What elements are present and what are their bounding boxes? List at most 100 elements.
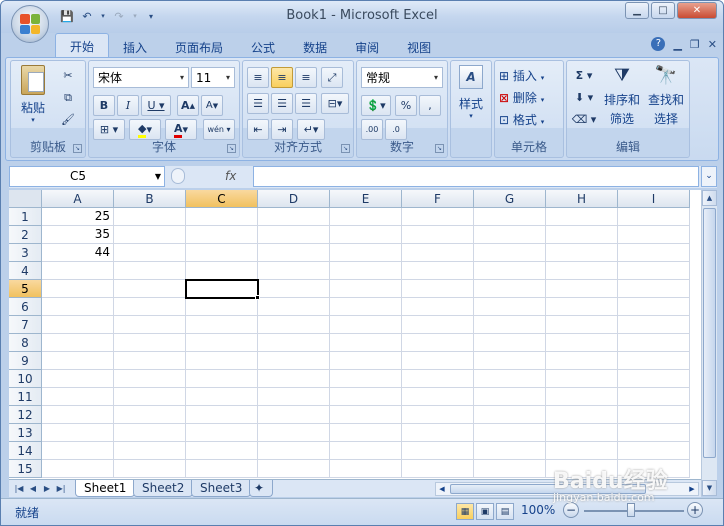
phonetic-guide-icon[interactable]: wén ▾: [203, 119, 235, 140]
cell-f6[interactable]: [402, 298, 474, 316]
cell-g4[interactable]: [474, 262, 546, 280]
row-header-9[interactable]: 9: [9, 352, 42, 370]
cell-a11[interactable]: [42, 388, 114, 406]
row-header-14[interactable]: 14: [9, 442, 42, 460]
last-sheet-icon[interactable]: ▶|: [55, 483, 67, 495]
cell-i8[interactable]: [618, 334, 690, 352]
cell-d1[interactable]: [258, 208, 330, 226]
formula-input[interactable]: [253, 166, 699, 187]
cell-a6[interactable]: [42, 298, 114, 316]
cell-i1[interactable]: [618, 208, 690, 226]
tab-home[interactable]: 开始: [55, 33, 110, 57]
cell-e10[interactable]: [330, 370, 402, 388]
column-header-a[interactable]: A: [42, 190, 114, 208]
cell-a5[interactable]: [42, 280, 114, 298]
cell-i13[interactable]: [618, 424, 690, 442]
cell-f1[interactable]: [402, 208, 474, 226]
paste-button[interactable]: 粘贴 ▾: [17, 65, 49, 137]
doc-close-icon[interactable]: ✕: [708, 38, 717, 51]
close-button[interactable]: ✕: [677, 2, 717, 19]
sheet-tab-1[interactable]: Sheet1: [75, 480, 136, 497]
font-size-combo[interactable]: 11 ▾: [191, 67, 235, 88]
column-header-g[interactable]: G: [474, 190, 546, 208]
grow-font-icon[interactable]: A ▲: [177, 95, 199, 116]
cell-b6[interactable]: [114, 298, 186, 316]
cell-c12[interactable]: [186, 406, 258, 424]
shrink-font-icon[interactable]: A ▼: [201, 95, 223, 116]
vertical-scroll-thumb[interactable]: [703, 208, 716, 458]
find-select-button[interactable]: 🔭 查找和 选择: [645, 65, 687, 127]
bold-button[interactable]: B: [93, 95, 115, 116]
cell-b11[interactable]: [114, 388, 186, 406]
cell-i6[interactable]: [618, 298, 690, 316]
worksheet-grid[interactable]: A B C D E F G H I 1 25 2 35 3 44 4 5 6 7 8 9 10 11 12 13 14 15: [9, 190, 701, 479]
cell-d11[interactable]: [258, 388, 330, 406]
align-top-icon[interactable]: ≡: [247, 67, 269, 88]
cell-a14[interactable]: [42, 442, 114, 460]
cell-c13[interactable]: [186, 424, 258, 442]
column-header-h[interactable]: H: [546, 190, 618, 208]
row-header-6[interactable]: 6: [9, 298, 42, 316]
cell-b4[interactable]: [114, 262, 186, 280]
cell-b14[interactable]: [114, 442, 186, 460]
cell-e12[interactable]: [330, 406, 402, 424]
cell-b7[interactable]: [114, 316, 186, 334]
tab-data[interactable]: 数据: [289, 35, 341, 57]
format-cells-button[interactable]: ⊡ 格式 ▾: [499, 111, 544, 128]
cell-g9[interactable]: [474, 352, 546, 370]
row-header-10[interactable]: 10: [9, 370, 42, 388]
copy-icon[interactable]: ⧉: [57, 87, 79, 108]
font-name-combo[interactable]: 宋体 ▾: [93, 67, 189, 88]
tab-formulas[interactable]: 公式: [237, 35, 289, 57]
prev-sheet-icon[interactable]: ◀: [27, 483, 39, 495]
cell-h9[interactable]: [546, 352, 618, 370]
cell-d14[interactable]: [258, 442, 330, 460]
row-header-1[interactable]: 1: [9, 208, 42, 226]
help-icon[interactable]: ?: [651, 37, 666, 51]
cell-g7[interactable]: [474, 316, 546, 334]
formula-bar-handle-icon[interactable]: [171, 168, 185, 184]
cell-b9[interactable]: [114, 352, 186, 370]
cell-d4[interactable]: [258, 262, 330, 280]
row-header-5[interactable]: 5: [9, 280, 42, 298]
maximize-button[interactable]: □: [651, 2, 675, 19]
cell-c14[interactable]: [186, 442, 258, 460]
cell-g6[interactable]: [474, 298, 546, 316]
zoom-in-icon[interactable]: +: [687, 502, 703, 518]
row-header-12[interactable]: 12: [9, 406, 42, 424]
select-all-corner[interactable]: [9, 190, 42, 208]
cell-e11[interactable]: [330, 388, 402, 406]
cell-h5[interactable]: [546, 280, 618, 298]
cell-h8[interactable]: [546, 334, 618, 352]
column-header-d[interactable]: D: [258, 190, 330, 208]
percent-style-icon[interactable]: %: [395, 95, 417, 116]
cell-e15[interactable]: [330, 460, 402, 478]
align-bottom-icon[interactable]: ≡: [295, 67, 317, 88]
clipboard-launcher-icon[interactable]: ↘: [73, 144, 82, 153]
cell-i14[interactable]: [618, 442, 690, 460]
alignment-launcher-icon[interactable]: ↘: [341, 144, 350, 153]
cell-g8[interactable]: [474, 334, 546, 352]
fill-color-button[interactable]: ◆ ▾: [129, 119, 161, 140]
styles-button[interactable]: A 样式 ▾: [453, 65, 489, 120]
increase-decimal-icon[interactable]: .00: [361, 119, 383, 140]
cell-f8[interactable]: [402, 334, 474, 352]
cell-a15[interactable]: [42, 460, 114, 478]
cell-b3[interactable]: [114, 244, 186, 262]
zoom-level[interactable]: 100%: [521, 503, 555, 517]
cell-e14[interactable]: [330, 442, 402, 460]
cell-e9[interactable]: [330, 352, 402, 370]
fill-icon[interactable]: ⬇ ▾: [571, 87, 597, 108]
doc-minimize-icon[interactable]: ▁: [673, 38, 681, 51]
name-box[interactable]: C5 ▼: [9, 166, 165, 187]
cell-g2[interactable]: [474, 226, 546, 244]
cell-i12[interactable]: [618, 406, 690, 424]
cell-b15[interactable]: [114, 460, 186, 478]
cell-a9[interactable]: [42, 352, 114, 370]
cell-e13[interactable]: [330, 424, 402, 442]
next-sheet-icon[interactable]: ▶: [41, 483, 53, 495]
cell-e4[interactable]: [330, 262, 402, 280]
cell-h7[interactable]: [546, 316, 618, 334]
expand-formula-bar-icon[interactable]: ⌄: [701, 166, 717, 187]
cell-g13[interactable]: [474, 424, 546, 442]
